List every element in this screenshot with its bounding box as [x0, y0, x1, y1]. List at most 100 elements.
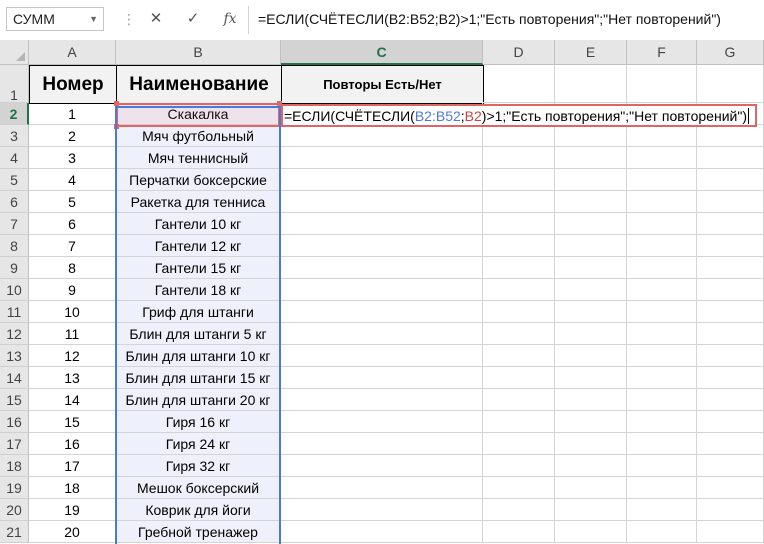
cell[interactable] [627, 301, 697, 323]
cell[interactable] [483, 367, 555, 389]
cell[interactable] [627, 521, 697, 543]
row-header-8[interactable]: 8 [0, 235, 29, 257]
cell-number[interactable]: 15 [29, 411, 116, 433]
header-cell-repeats[interactable]: Повторы Есть/Нет [281, 65, 484, 104]
row-header-2[interactable]: 2 [0, 103, 29, 125]
cell[interactable] [627, 125, 697, 147]
cell[interactable] [697, 345, 764, 367]
cell[interactable] [627, 411, 697, 433]
cell[interactable] [697, 477, 764, 499]
cell[interactable] [697, 213, 764, 235]
cell-number[interactable]: 19 [29, 499, 116, 521]
cell[interactable] [555, 301, 627, 323]
row-header-15[interactable]: 15 [0, 389, 29, 411]
row-header-4[interactable]: 4 [0, 147, 29, 169]
row-header-10[interactable]: 10 [0, 279, 29, 301]
cell[interactable] [555, 433, 627, 455]
cell[interactable] [483, 169, 555, 191]
cell[interactable] [555, 499, 627, 521]
cancel-icon[interactable]: ✕ [145, 8, 167, 30]
cell[interactable] [555, 323, 627, 345]
cell-number[interactable]: 18 [29, 477, 116, 499]
cell-name[interactable]: Перчатки боксерские [116, 169, 281, 191]
name-box[interactable]: СУММ ▼ [6, 7, 104, 31]
cell[interactable] [697, 389, 764, 411]
cell[interactable] [627, 499, 697, 521]
cell[interactable] [281, 323, 483, 345]
header-cell-number[interactable]: Номер [29, 65, 117, 104]
cell[interactable] [555, 367, 627, 389]
column-header-a[interactable]: A [29, 40, 116, 65]
cell-name[interactable]: Гантели 10 кг [116, 213, 281, 235]
cell-name[interactable]: Мяч теннисный [116, 147, 281, 169]
insert-function-icon[interactable]: fx [219, 8, 241, 30]
cell[interactable] [281, 213, 483, 235]
cell-name[interactable]: Гиря 32 кг [116, 455, 281, 477]
in-cell-editor[interactable]: =ЕСЛИ(СЧЁТЕСЛИ(B2:B52;B2)>1;"Есть повтор… [281, 104, 757, 127]
cell[interactable] [627, 433, 697, 455]
cell-number[interactable]: 9 [29, 279, 116, 301]
cell[interactable] [483, 411, 555, 433]
cell[interactable] [281, 257, 483, 279]
cell[interactable] [627, 279, 697, 301]
cell[interactable] [555, 169, 627, 191]
cell[interactable] [281, 389, 483, 411]
cell[interactable] [627, 147, 697, 169]
cell-name[interactable]: Гиря 16 кг [116, 411, 281, 433]
cell[interactable] [281, 411, 483, 433]
row-header-1[interactable]: 1 [0, 65, 29, 103]
cell[interactable] [281, 301, 483, 323]
cell[interactable] [627, 191, 697, 213]
cell-name[interactable]: Гриф для штанги [116, 301, 281, 323]
chevron-down-icon[interactable]: ▼ [89, 8, 98, 30]
cell-name[interactable]: Коврик для йоги [116, 499, 281, 521]
cell[interactable] [627, 257, 697, 279]
cell[interactable] [483, 125, 555, 147]
cell[interactable] [627, 323, 697, 345]
cell[interactable] [697, 191, 764, 213]
cell[interactable] [555, 521, 627, 543]
cell[interactable] [281, 279, 483, 301]
cell[interactable] [281, 191, 483, 213]
cell[interactable] [281, 433, 483, 455]
cell[interactable] [697, 499, 764, 521]
cell[interactable] [483, 235, 555, 257]
cell[interactable] [555, 191, 627, 213]
row-header-13[interactable]: 13 [0, 345, 29, 367]
cell[interactable] [555, 125, 627, 147]
row-header-7[interactable]: 7 [0, 213, 29, 235]
cell[interactable] [281, 125, 483, 147]
cell-name[interactable]: Блин для штанги 5 кг [116, 323, 281, 345]
cell[interactable] [697, 65, 764, 103]
cell-name[interactable]: Мяч футбольный [116, 125, 281, 147]
cell[interactable] [697, 279, 764, 301]
cell[interactable] [483, 455, 555, 477]
cell[interactable] [281, 345, 483, 367]
cell-number[interactable]: 3 [29, 147, 116, 169]
row-header-6[interactable]: 6 [0, 191, 29, 213]
cell-number[interactable]: 17 [29, 455, 116, 477]
cell[interactable] [627, 389, 697, 411]
cell[interactable] [281, 477, 483, 499]
cell-name[interactable]: Гантели 15 кг [116, 257, 281, 279]
row-header-16[interactable]: 16 [0, 411, 29, 433]
cell-number[interactable]: 4 [29, 169, 116, 191]
cell-number[interactable]: 11 [29, 323, 116, 345]
cell[interactable] [555, 65, 627, 103]
cell-number[interactable]: 20 [29, 521, 116, 543]
ref-handle[interactable] [114, 101, 119, 106]
cell[interactable] [697, 147, 764, 169]
cell[interactable] [281, 235, 483, 257]
cell[interactable] [555, 235, 627, 257]
column-header-b[interactable]: B [116, 40, 281, 65]
cell[interactable] [483, 477, 555, 499]
cell[interactable] [483, 213, 555, 235]
cell-name[interactable]: Гантели 12 кг [116, 235, 281, 257]
cell[interactable] [483, 279, 555, 301]
cell[interactable] [697, 323, 764, 345]
cell[interactable] [555, 345, 627, 367]
select-all-corner[interactable] [0, 40, 29, 65]
cell[interactable] [627, 345, 697, 367]
cell[interactable] [281, 169, 483, 191]
cell-name[interactable]: Гребной тренажер [116, 521, 281, 543]
